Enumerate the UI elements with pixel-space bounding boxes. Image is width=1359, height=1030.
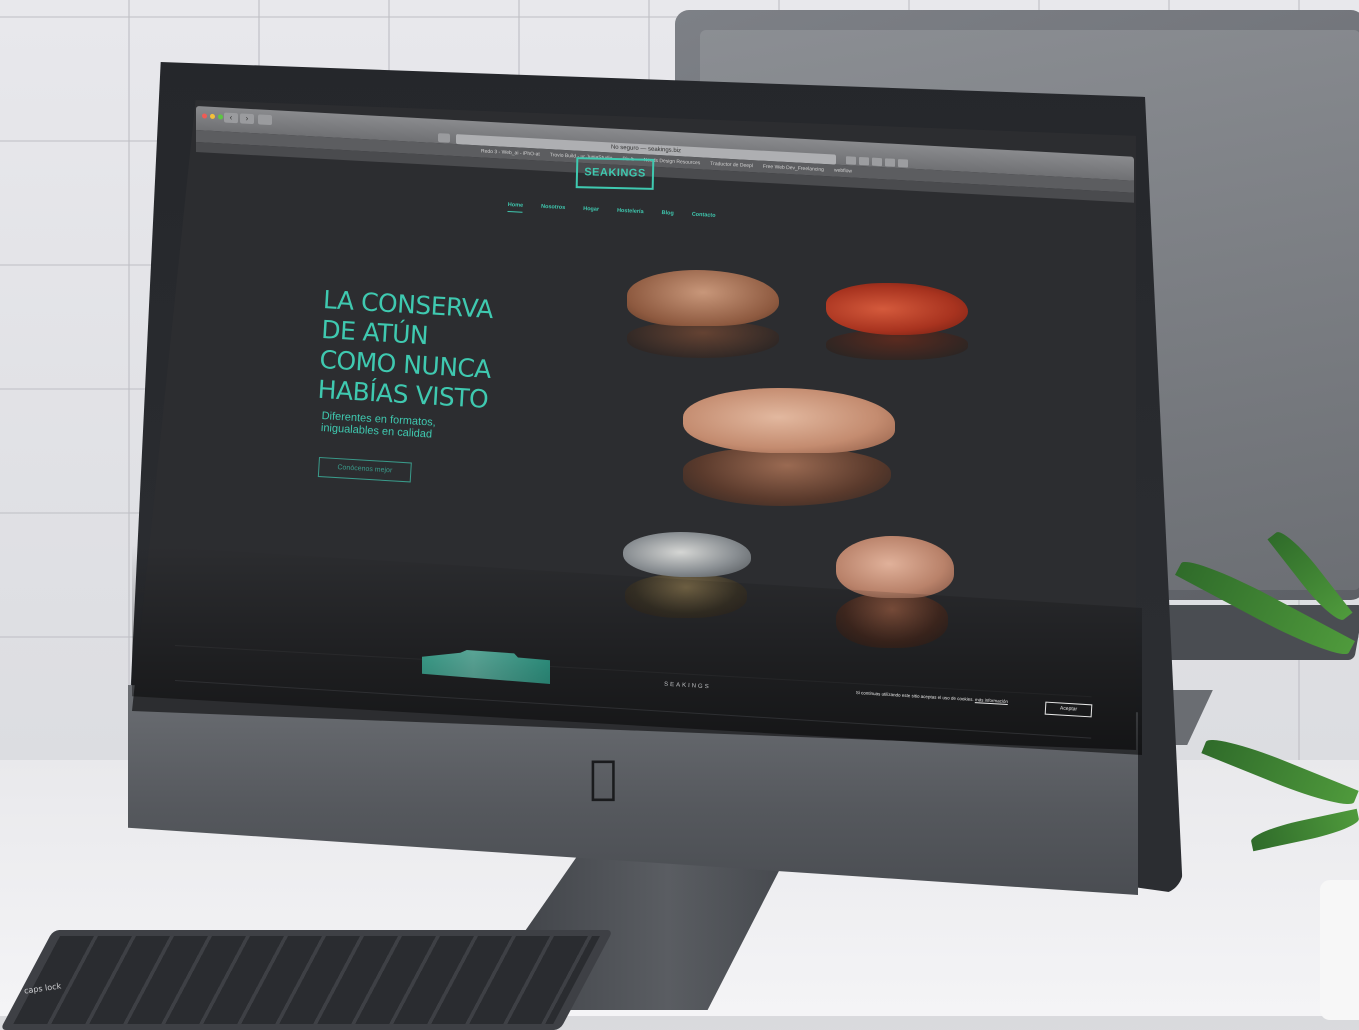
reload-icon[interactable] [846, 156, 856, 165]
keyboard [0, 930, 614, 1030]
site-logo[interactable]: SEAKINGS [575, 157, 655, 190]
back-button[interactable]: ‹ [224, 112, 238, 124]
window-controls [202, 113, 223, 120]
tuna-piece-reflection [627, 322, 779, 358]
nav-item-contacto[interactable]: Contacto [691, 212, 716, 223]
maximize-window-icon[interactable] [218, 114, 223, 120]
text-size-icon[interactable] [872, 157, 882, 167]
nav-item-blog[interactable]: Blog [661, 210, 674, 221]
history-icon[interactable] [859, 156, 869, 166]
reader-view-icon[interactable] [438, 133, 450, 143]
nav-item-hosteleria[interactable]: Hostelería [617, 208, 644, 219]
nav-item-hogar[interactable]: Hogar [583, 206, 599, 217]
plant-pot [1320, 880, 1359, 1020]
nav-item-home[interactable]: Home [507, 202, 524, 213]
hero-heading: LA CONSERVA DE ATÚN COMO NUNCA HABÍAS VI… [317, 285, 524, 417]
apple-logo-icon:  [583, 752, 623, 802]
sidebar-toggle-icon[interactable] [258, 114, 272, 126]
accept-cookies-button[interactable]: Aceptar [1044, 701, 1093, 718]
tuna-piece-image [836, 536, 954, 598]
close-window-icon[interactable] [202, 113, 207, 119]
minimize-window-icon[interactable] [210, 113, 215, 120]
text-size-large-icon[interactable] [885, 158, 895, 167]
bookmark-item[interactable]: webflow [834, 165, 852, 178]
forward-button[interactable]: › [240, 113, 254, 125]
nav-item-nosotros[interactable]: Nosotros [541, 204, 565, 215]
share-icon[interactable] [898, 159, 908, 168]
keyboard-keys [13, 936, 600, 1024]
